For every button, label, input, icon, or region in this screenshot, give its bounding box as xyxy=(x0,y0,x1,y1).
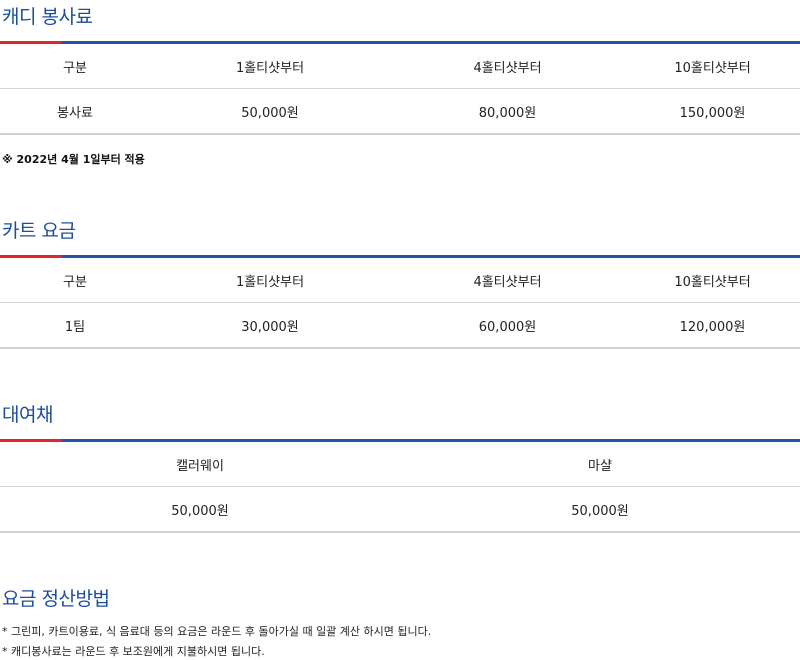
header-cell: 10홀티샷부터 xyxy=(625,258,800,303)
header-cell: 마샬 xyxy=(400,442,800,487)
header-cell: 10홀티샷부터 xyxy=(625,44,800,89)
header-cell: 1홀티샷부터 xyxy=(150,44,390,89)
price-cell: 50,000원 xyxy=(0,486,400,533)
effective-date-note: ※ 2022년 4월 1일부터 적용 xyxy=(2,153,145,166)
header-cell: 1홀티샷부터 xyxy=(150,258,390,303)
table-header-row: 구분 1홀티샷부터 4홀티샷부터 10홀티샷부터 xyxy=(0,44,800,89)
price-cell: 50,000원 xyxy=(150,88,390,135)
header-cell: 구분 xyxy=(0,258,150,303)
row-label: 1팀 xyxy=(0,302,150,349)
table-header-row: 구분 1홀티샷부터 4홀티샷부터 10홀티샷부터 xyxy=(0,258,800,303)
caddie-fee-title: 캐디 봉사료 xyxy=(2,6,93,28)
price-cell: 60,000원 xyxy=(390,302,625,349)
header-cell: 구분 xyxy=(0,44,150,89)
price-cell: 120,000원 xyxy=(625,302,800,349)
club-rental-title: 대여채 xyxy=(2,404,53,426)
table-header-row: 캘러웨이 마샬 xyxy=(0,442,800,487)
header-cell: 4홀티샷부터 xyxy=(390,44,625,89)
price-cell: 80,000원 xyxy=(390,88,625,135)
payment-info-line: * 그린피, 카트이용료, 식 음료대 등의 요금은 라운드 후 돌아가실 때 … xyxy=(2,625,432,638)
table-row: 봉사료 50,000원 80,000원 150,000원 xyxy=(0,88,800,135)
club-rental-table: 캘러웨이 마샬 50,000원 50,000원 xyxy=(0,442,800,533)
caddie-fee-table: 구분 1홀티샷부터 4홀티샷부터 10홀티샷부터 봉사료 50,000원 80,… xyxy=(0,44,800,135)
payment-info-line: * 캐디봉사료는 라운드 후 보조원에게 지불하시면 됩니다. xyxy=(2,645,265,658)
table-row: 50,000원 50,000원 xyxy=(0,486,800,533)
cart-fee-table: 구분 1홀티샷부터 4홀티샷부터 10홀티샷부터 1팀 30,000원 60,0… xyxy=(0,258,800,349)
price-cell: 150,000원 xyxy=(625,88,800,135)
payment-method-title: 요금 정산방법 xyxy=(2,588,110,610)
row-label: 봉사료 xyxy=(0,88,150,135)
price-cell: 30,000원 xyxy=(150,302,390,349)
cart-fee-title: 카트 요금 xyxy=(2,220,76,242)
table-row: 1팀 30,000원 60,000원 120,000원 xyxy=(0,302,800,349)
header-cell: 4홀티샷부터 xyxy=(390,258,625,303)
header-cell: 캘러웨이 xyxy=(0,442,400,487)
price-cell: 50,000원 xyxy=(400,486,800,533)
